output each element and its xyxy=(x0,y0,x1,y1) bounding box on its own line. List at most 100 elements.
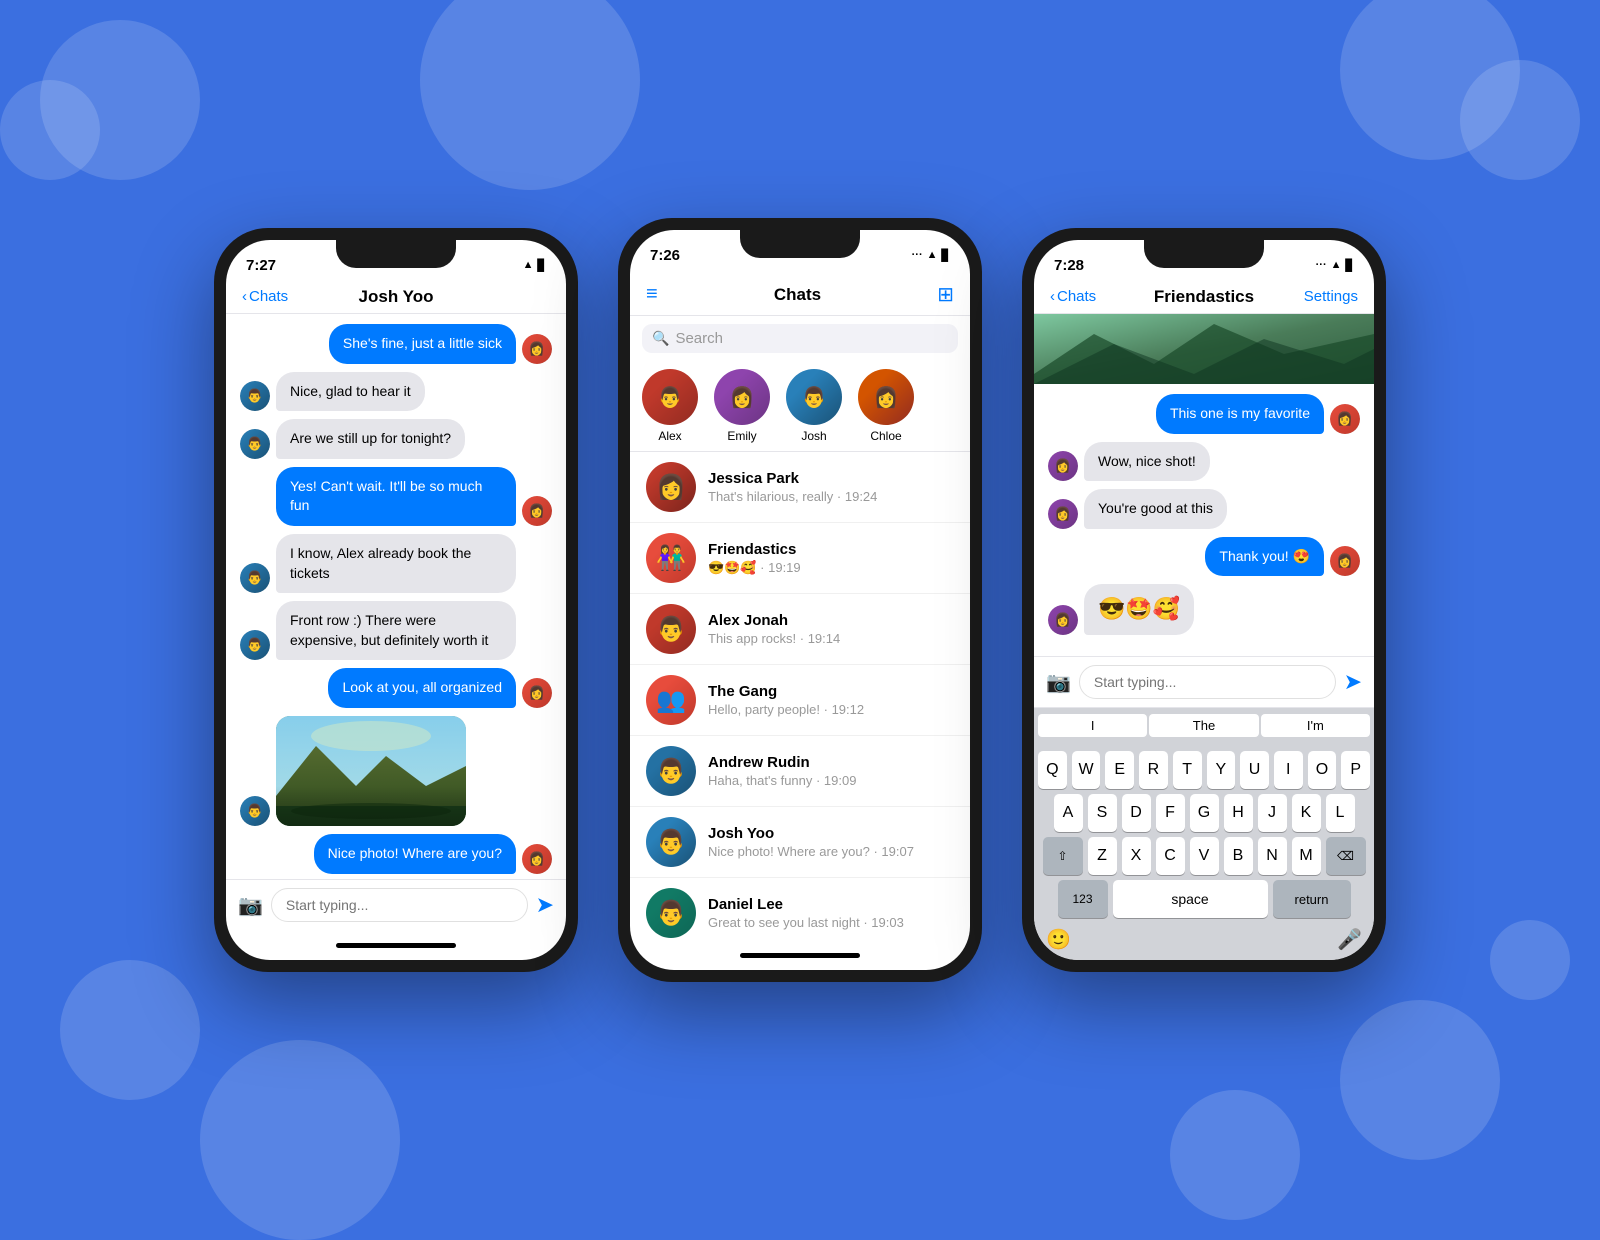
key-y[interactable]: Y xyxy=(1207,751,1236,789)
chat-name: Josh Yoo xyxy=(708,825,954,842)
key-p[interactable]: P xyxy=(1341,751,1370,789)
chat-avatar: 👨 xyxy=(646,604,696,654)
search-bar[interactable]: 🔍 Search xyxy=(642,324,958,353)
key-v[interactable]: V xyxy=(1190,837,1219,875)
emoji-icon[interactable]: 🙂 xyxy=(1046,927,1071,952)
wifi-icon-3: ▲ xyxy=(1331,259,1342,271)
keyboard-suggestions: I The I'm xyxy=(1034,708,1374,743)
active-users-row: 👨 Alex 👩 Emily 👨 Josh xyxy=(630,361,970,452)
settings-button[interactable]: Settings xyxy=(1304,288,1358,305)
battery-icon-3: ▊ xyxy=(1346,259,1354,272)
chat-name: Andrew Rudin xyxy=(708,754,954,771)
active-user[interactable]: 👨 Alex xyxy=(642,369,698,443)
key-return[interactable]: return xyxy=(1273,880,1351,918)
keyboard-bottom: 🙂 🎤 xyxy=(1038,923,1370,956)
chat-list-item[interactable]: 👫 Friendastics 😎🤩🥰 · 19:19 xyxy=(630,523,970,594)
key-h[interactable]: H xyxy=(1224,794,1253,832)
key-space[interactable]: space xyxy=(1113,880,1268,918)
bubble-sent: This one is my favorite xyxy=(1156,394,1324,434)
key-k[interactable]: K xyxy=(1292,794,1321,832)
key-o[interactable]: O xyxy=(1308,751,1337,789)
chat-name: Alex Jonah xyxy=(708,612,954,629)
active-user-name: Josh xyxy=(801,429,826,443)
wifi-icon-1: ▲ xyxy=(523,259,534,271)
key-r[interactable]: R xyxy=(1139,751,1168,789)
time-3: 7:28 xyxy=(1054,257,1084,274)
key-m[interactable]: M xyxy=(1292,837,1321,875)
avatar: 👨 xyxy=(240,796,270,826)
chat-avatar: 👩 xyxy=(646,462,696,512)
chat-list-item[interactable]: 👩 Jessica Park That's hilarious, really … xyxy=(630,452,970,523)
key-g[interactable]: G xyxy=(1190,794,1219,832)
msg-row: She's fine, just a little sick 👩 xyxy=(240,324,552,364)
key-t[interactable]: T xyxy=(1173,751,1202,789)
suggestion-i[interactable]: I xyxy=(1038,714,1147,737)
chat-name: Daniel Lee xyxy=(708,896,954,913)
key-q[interactable]: Q xyxy=(1038,751,1067,789)
key-f[interactable]: F xyxy=(1156,794,1185,832)
time-1: 7:27 xyxy=(246,257,276,274)
active-user[interactable]: 👨 Josh xyxy=(786,369,842,443)
key-z[interactable]: Z xyxy=(1088,837,1117,875)
mic-icon[interactable]: 🎤 xyxy=(1337,927,1362,952)
chat-list-item[interactable]: 👨 Andrew Rudin Haha, that's funny · 19:0… xyxy=(630,736,970,807)
msg-row: 👨 I know, Alex already book the tickets xyxy=(240,534,552,593)
active-user[interactable]: 👩 Chloe xyxy=(858,369,914,443)
active-user-name: Alex xyxy=(658,429,681,443)
key-u[interactable]: U xyxy=(1240,751,1269,789)
send-button-1[interactable]: ➤ xyxy=(536,892,554,918)
key-w[interactable]: W xyxy=(1072,751,1101,789)
key-i[interactable]: I xyxy=(1274,751,1303,789)
chats-title: Chats xyxy=(658,285,938,305)
suggestion-im[interactable]: I'm xyxy=(1261,714,1370,737)
key-n[interactable]: N xyxy=(1258,837,1287,875)
chat-list-item[interactable]: 👨 Josh Yoo Nice photo! Where are you? · … xyxy=(630,807,970,878)
camera-icon-3[interactable]: 📷 xyxy=(1046,670,1071,695)
key-b[interactable]: B xyxy=(1224,837,1253,875)
chat-info: Andrew Rudin Haha, that's funny · 19:09 xyxy=(708,754,954,788)
bubble-sent: Nice photo! Where are you? xyxy=(314,834,516,874)
back-chats-3[interactable]: ‹ Chats xyxy=(1050,288,1096,305)
messages-area-1: She's fine, just a little sick 👩 👨 Nice,… xyxy=(226,314,566,879)
key-a[interactable]: A xyxy=(1054,794,1083,832)
msg-row: 👨 Are we still up for tonight? xyxy=(240,419,552,459)
chat-avatar: 👫 xyxy=(646,533,696,583)
key-x[interactable]: X xyxy=(1122,837,1151,875)
chat-avatar: 👨 xyxy=(646,746,696,796)
input-bar-3: 📷 ➤ xyxy=(1034,656,1374,708)
compose-icon[interactable]: ⊞ xyxy=(937,282,954,307)
search-placeholder: Search xyxy=(675,330,723,347)
bubble-received: 😎🤩🥰 xyxy=(1084,584,1194,635)
active-user[interactable]: 👩 Emily xyxy=(714,369,770,443)
camera-icon-1[interactable]: 📷 xyxy=(238,893,263,918)
key-c[interactable]: C xyxy=(1156,837,1185,875)
bubble-sent: Thank you! 😍 xyxy=(1205,537,1324,577)
menu-icon[interactable]: ≡ xyxy=(646,283,658,306)
key-shift[interactable]: ⇧ xyxy=(1043,837,1083,875)
chevron-left-icon-1: ‹ xyxy=(242,288,247,305)
key-123[interactable]: 123 xyxy=(1058,880,1108,918)
avatar: 👩 xyxy=(1330,404,1360,434)
keyboard-row: A S D F G H J K L xyxy=(1038,794,1370,832)
msg-row: 👨 Front row :) There were expensive, but… xyxy=(240,601,552,660)
chat-list-item[interactable]: 👨 Daniel Lee Great to see you last night… xyxy=(630,878,970,940)
status-icons-2: ··· ▲ ▊ xyxy=(912,249,950,262)
key-e[interactable]: E xyxy=(1105,751,1134,789)
send-button-3[interactable]: ➤ xyxy=(1344,669,1362,695)
chat-info: Friendastics 😎🤩🥰 · 19:19 xyxy=(708,541,954,576)
chat-preview: That's hilarious, really · 19:24 xyxy=(708,489,954,504)
key-backspace[interactable]: ⌫ xyxy=(1326,837,1366,875)
key-j[interactable]: J xyxy=(1258,794,1287,832)
back-chats-1[interactable]: ‹ Chats xyxy=(242,288,288,305)
key-d[interactable]: D xyxy=(1122,794,1151,832)
key-l[interactable]: L xyxy=(1326,794,1355,832)
message-input-1[interactable] xyxy=(271,888,528,922)
chat-list-item[interactable]: 👥 The Gang Hello, party people! · 19:12 xyxy=(630,665,970,736)
key-s[interactable]: S xyxy=(1088,794,1117,832)
suggestion-the[interactable]: The xyxy=(1149,714,1258,737)
notch-2 xyxy=(740,230,860,258)
avatar-alex: 👨 xyxy=(642,369,698,425)
chat-list-item[interactable]: 👨 Alex Jonah This app rocks! · 19:14 xyxy=(630,594,970,665)
avatar: 👩 xyxy=(1330,546,1360,576)
message-input-3[interactable] xyxy=(1079,665,1336,699)
